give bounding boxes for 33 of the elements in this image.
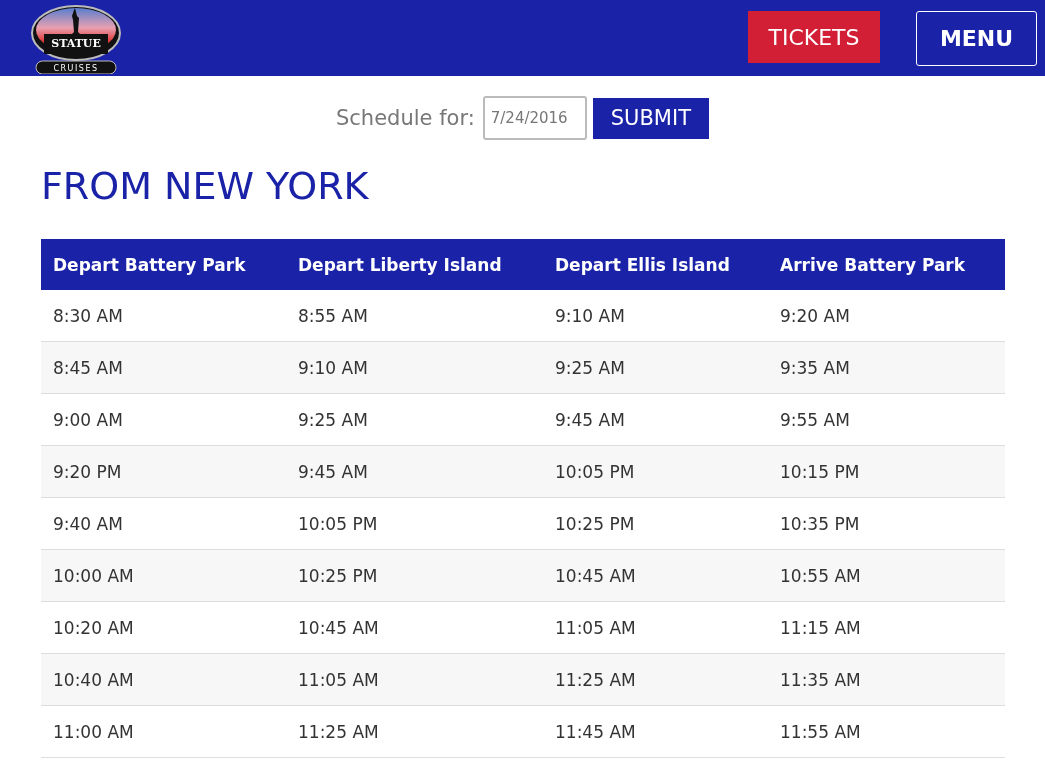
table-cell: 10:05 PM [543, 446, 768, 498]
table-cell: 10:15 PM [768, 446, 1005, 498]
table-cell: 11:35 AM [768, 654, 1005, 706]
table-cell: 9:20 PM [41, 446, 286, 498]
schedule-label: Schedule for: [336, 106, 475, 130]
table-cell: 11:25 AM [543, 654, 768, 706]
table-cell: 11:25 AM [286, 706, 543, 758]
table-cell: 8:45 AM [41, 342, 286, 394]
table-cell: 11:55 AM [768, 706, 1005, 758]
table-cell: 9:10 AM [286, 342, 543, 394]
column-header: Depart Ellis Island [543, 239, 768, 290]
statue-emblem-icon [31, 5, 121, 74]
column-header: Depart Liberty Island [286, 239, 543, 290]
table-cell: 10:40 AM [41, 654, 286, 706]
table-cell: 10:25 PM [286, 550, 543, 602]
menu-button[interactable]: MENU [916, 10, 1037, 66]
section-heading: FROM NEW YORK [41, 163, 370, 210]
column-header: Depart Battery Park [41, 239, 286, 290]
table-cell: 9:35 AM [768, 342, 1005, 394]
table-cell: 11:05 AM [286, 654, 543, 706]
table-cell: 10:55 AM [768, 550, 1005, 602]
table-cell: 10:45 AM [543, 550, 768, 602]
table-cell: 11:45 AM [543, 706, 768, 758]
submit-button[interactable]: SUBMIT [592, 97, 709, 139]
table-cell: 9:25 AM [543, 342, 768, 394]
table-cell: 11:00 AM [41, 706, 286, 758]
table-cell: 10:00 AM [41, 550, 286, 602]
date-field[interactable]: 7/24/2016 [482, 96, 587, 140]
column-header: Arrive Battery Park [768, 239, 1005, 290]
tickets-button[interactable]: TICKETS [748, 11, 880, 63]
table-cell: 9:45 AM [286, 446, 543, 498]
logo-title: STATUE [51, 37, 101, 50]
logo-subtitle: CRUISES [53, 64, 99, 73]
